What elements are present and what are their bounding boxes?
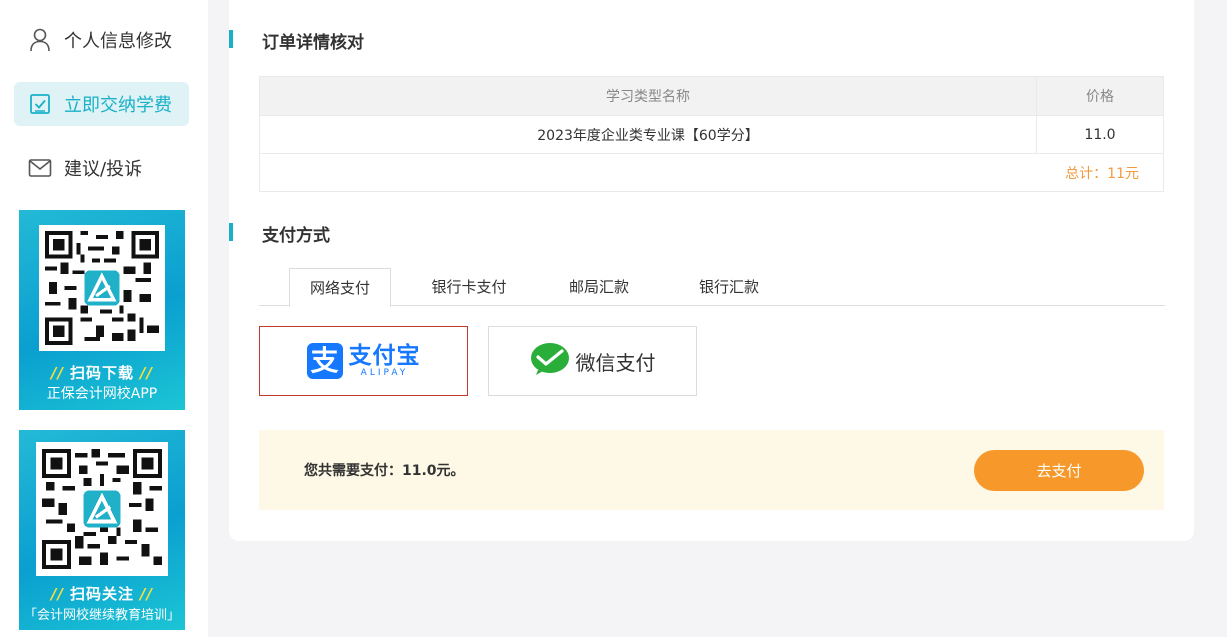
promo-scan-text: //扫码下载//	[51, 364, 153, 382]
sidebar-item-profile[interactable]: 个人信息修改	[14, 18, 189, 62]
qr-code	[39, 225, 165, 351]
go-pay-button[interactable]: 去支付	[974, 450, 1144, 491]
promo-subtitle: 正保会计网校APP	[46, 386, 158, 402]
alipay-option[interactable]: 支 支付宝 ALIPAY	[259, 326, 468, 396]
order-total: 总计：11元	[259, 153, 1164, 192]
order-table: 学习类型名称 价格 2023年度企业类专业课【60学分】 11.0 总计：11元	[259, 76, 1164, 192]
alipay-name: 支付宝	[348, 343, 421, 369]
total-row: 总计：11元	[259, 153, 1164, 192]
sidebar-item-label: 个人信息修改	[64, 31, 172, 52]
checkbox-icon	[28, 92, 52, 116]
sidebar-item-pay-tuition[interactable]: 立即交纳学费	[14, 82, 189, 126]
table-row: 2023年度企业类专业课【60学分】 11.0	[259, 115, 1164, 154]
alipay-icon: 支	[306, 343, 343, 379]
wechat-pay-logo: 微信支付	[530, 342, 656, 380]
column-header-price: 价格	[1036, 76, 1164, 116]
course-name-cell: 2023年度企业类专业课【60学分】	[259, 115, 1037, 154]
promo-scan-text: //扫码关注//	[51, 585, 153, 603]
wechat-pay-name: 微信支付	[575, 350, 656, 375]
price-cell: 11.0	[1036, 115, 1164, 154]
user-icon	[28, 28, 52, 52]
payment-tabs: 网络支付 银行卡支付 邮局汇款 银行汇款	[259, 268, 1165, 307]
tab-bank-card-payment[interactable]: 银行卡支付	[414, 268, 524, 306]
main-card: 订单详情核对 学习类型名称 价格 2023年度企业类专业课【60学分】 11.0…	[229, 0, 1194, 541]
column-header-name: 学习类型名称	[259, 76, 1037, 116]
wechat-pay-option[interactable]: 微信支付	[488, 326, 697, 396]
payment-summary: 您共需要支付：11.0元。 去支付	[259, 430, 1164, 510]
sidebar: 个人信息修改 立即交纳学费 建议/投诉 // 扫码下载 // 正保会计网校APP…	[0, 0, 208, 637]
alipay-sub: ALIPAY	[360, 368, 409, 378]
tab-online-payment[interactable]: 网络支付	[289, 268, 391, 307]
app-download-promo: //扫码下载// 正保会计网校APP	[19, 210, 185, 410]
table-header-row: 学习类型名称 价格	[259, 76, 1164, 116]
sidebar-item-feedback[interactable]: 建议/投诉	[14, 146, 189, 190]
alipay-logo: 支 支付宝 ALIPAY	[306, 343, 421, 379]
promo-subtitle: 「会计网校继续教育培训」	[23, 608, 180, 623]
amount-due-text: 您共需要支付：11.0元。	[304, 463, 465, 479]
wechat-pay-icon	[530, 342, 570, 380]
sidebar-item-label: 立即交纳学费	[64, 95, 172, 116]
tab-postal-remittance[interactable]: 邮局汇款	[544, 268, 654, 306]
tab-bank-remittance[interactable]: 银行汇款	[674, 268, 784, 306]
follow-account-promo: //扫码关注// 「会计网校继续教育培训」	[19, 430, 185, 630]
order-section-title: 订单详情核对	[229, 28, 364, 53]
payment-section-title: 支付方式	[229, 221, 330, 246]
mail-icon	[28, 156, 52, 180]
qr-code	[36, 442, 168, 576]
sidebar-item-label: 建议/投诉	[64, 159, 143, 180]
